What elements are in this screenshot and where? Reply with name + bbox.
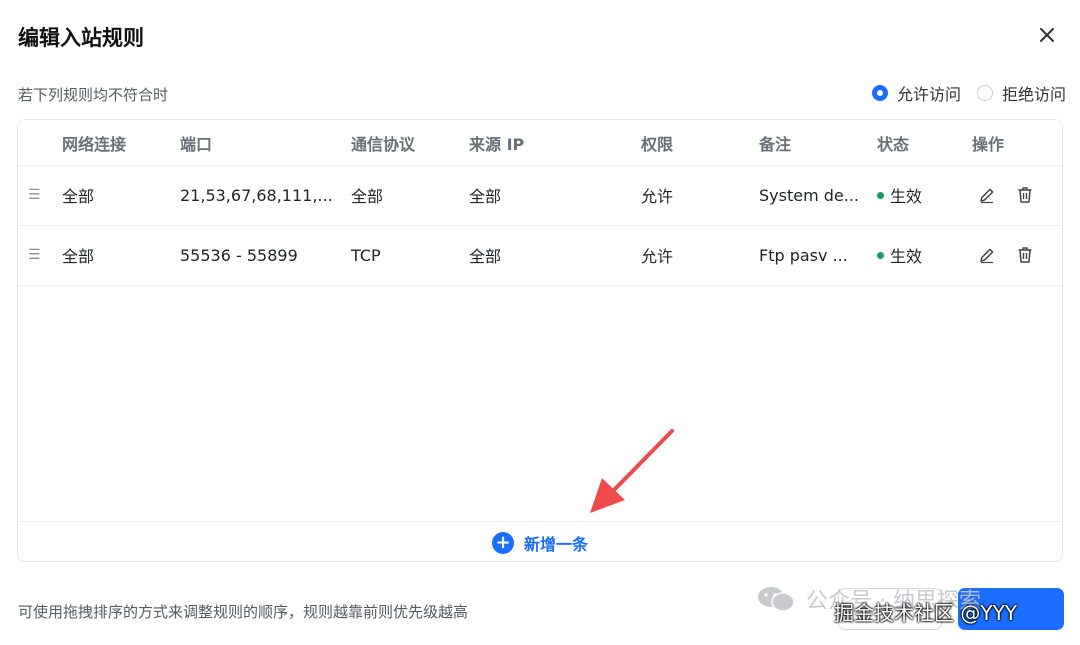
cell-port: 21,53,67,68,111,... [180,185,333,205]
status-dot-icon [877,191,884,199]
default-rule-label: 若下列规则均不符合时 [18,86,169,104]
table-row[interactable]: ☰ 全部 55536 - 55899 TCP 全部 允许 Ftp pasv ..… [18,225,1062,286]
footer-hint: 可使用拖拽排序的方式来调整规则的顺序，规则越靠前则优先级越高 [18,603,469,621]
table-header: 网络连接 端口 通信协议 来源 IP 权限 备注 状态 操作 [18,120,1062,166]
table-row[interactable]: ☰ 全部 21,53,67,68,111,... 全部 全部 允许 System… [18,165,1062,226]
close-icon[interactable] [1036,24,1058,46]
cell-note: Ftp pasv ... [759,245,848,265]
dialog-title: 编辑入站规则 [18,26,144,50]
header-permission: 权限 [641,134,674,154]
status-label: 生效 [890,187,923,206]
radio-allow[interactable]: 允许访问 [871,81,961,105]
row-actions [977,225,1035,285]
radio-deny-label[interactable]: 拒绝访问 [1002,81,1066,105]
cell-protocol: 全部 [351,187,384,206]
cell-network: 全部 [62,187,95,206]
plus-circle-icon[interactable]: + [491,531,514,554]
cell-protocol: TCP [351,245,381,265]
status-badge: 生效 [877,225,922,285]
header-status: 状态 [877,134,910,154]
confirm-button[interactable] [958,588,1064,630]
header-network: 网络连接 [62,134,127,154]
header-note: 备注 [759,134,792,154]
delete-icon[interactable] [1015,245,1035,265]
header-protocol: 通信协议 [351,134,416,154]
radio-allow-indicator[interactable] [871,85,888,101]
cell-permission: 允许 [641,187,674,206]
radio-deny[interactable]: 拒绝访问 [976,81,1066,105]
rules-table: 网络连接 端口 通信协议 来源 IP 权限 备注 状态 操作 ☰ 全部 21,5… [17,119,1063,562]
delete-icon[interactable] [1015,185,1035,205]
drag-handle-icon[interactable]: ☰ [28,225,41,285]
status-label: 生效 [890,247,923,266]
cell-source-ip: 全部 [469,187,502,206]
cancel-button[interactable] [838,588,942,630]
cell-note: System de... [759,185,860,205]
cell-permission: 允许 [641,247,674,266]
default-action-radio-group: 允许访问 拒绝访问 [871,81,1066,105]
radio-allow-label[interactable]: 允许访问 [897,81,961,105]
cell-port: 55536 - 55899 [180,245,298,265]
add-rule-button[interactable]: + 新增一条 [491,531,588,555]
status-dot-icon [877,251,884,259]
row-actions [977,165,1035,225]
edit-icon[interactable] [977,185,997,205]
header-port: 端口 [180,134,213,154]
wechat-icon [758,587,795,612]
status-badge: 生效 [877,165,922,225]
add-rule-bar: + 新增一条 [18,521,1062,561]
cell-network: 全部 [62,247,95,266]
cell-source-ip: 全部 [469,247,502,266]
add-rule-label[interactable]: 新增一条 [524,531,588,555]
drag-handle-icon[interactable]: ☰ [28,165,41,225]
header-actions: 操作 [972,134,1005,154]
radio-deny-indicator[interactable] [976,85,993,101]
header-source-ip: 来源 IP [469,134,525,154]
edit-icon[interactable] [977,245,997,265]
